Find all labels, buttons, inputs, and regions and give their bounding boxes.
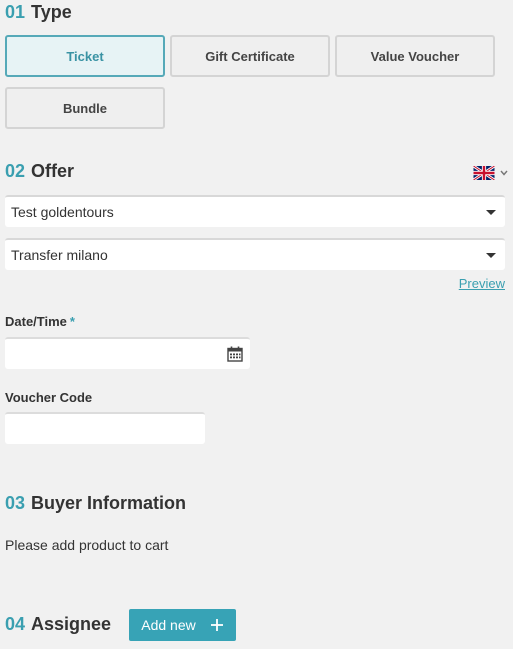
type-gift-certificate-button[interactable]: Gift Certificate <box>170 35 330 77</box>
section-title-type: 01 Type <box>5 2 72 23</box>
type-value-voucher-button[interactable]: Value Voucher <box>335 35 495 77</box>
add-new-assignee-button[interactable]: Add new <box>129 609 236 641</box>
section-number: 03 <box>5 493 26 513</box>
offer-select-product[interactable]: Transfer milano <box>5 238 505 270</box>
type-bundle-button[interactable]: Bundle <box>5 87 165 129</box>
section-title-offer: 02 Offer <box>5 161 74 182</box>
voucher-code-label: Voucher Code <box>5 390 93 405</box>
section-label: Assignee <box>31 614 112 634</box>
section-title-buyer-information: 03 Buyer Information <box>5 493 186 514</box>
section-label: Type <box>31 2 72 22</box>
offer-select-provider[interactable]: Test goldentours <box>5 195 505 227</box>
buyer-empty-message: Please add product to cart <box>5 537 169 553</box>
required-marker: * <box>69 314 75 329</box>
voucher-code-input[interactable] <box>5 412 205 444</box>
section-number: 02 <box>5 161 26 181</box>
chevron-down-icon <box>500 170 508 176</box>
section-label: Offer <box>31 161 75 181</box>
section-number: 04 <box>5 614 26 634</box>
section-label: Buyer Information <box>31 493 187 513</box>
add-new-label: Add new <box>141 617 196 633</box>
calendar-icon[interactable] <box>227 346 243 362</box>
uk-flag-icon <box>473 166 495 180</box>
language-selector[interactable] <box>473 165 509 181</box>
select-value: Test goldentours <box>11 204 114 220</box>
datetime-label: Date/Time * <box>5 314 75 329</box>
section-number: 01 <box>5 2 26 22</box>
datetime-label-text: Date/Time <box>5 314 67 329</box>
caret-down-icon <box>486 253 496 258</box>
caret-down-icon <box>486 210 496 215</box>
section-title-assignee: 04 Assignee <box>5 614 111 635</box>
plus-icon <box>210 619 223 631</box>
datetime-input[interactable] <box>5 337 250 369</box>
select-value: Transfer milano <box>11 247 108 263</box>
type-ticket-button[interactable]: Ticket <box>5 35 165 77</box>
preview-link[interactable]: Preview <box>459 276 505 291</box>
